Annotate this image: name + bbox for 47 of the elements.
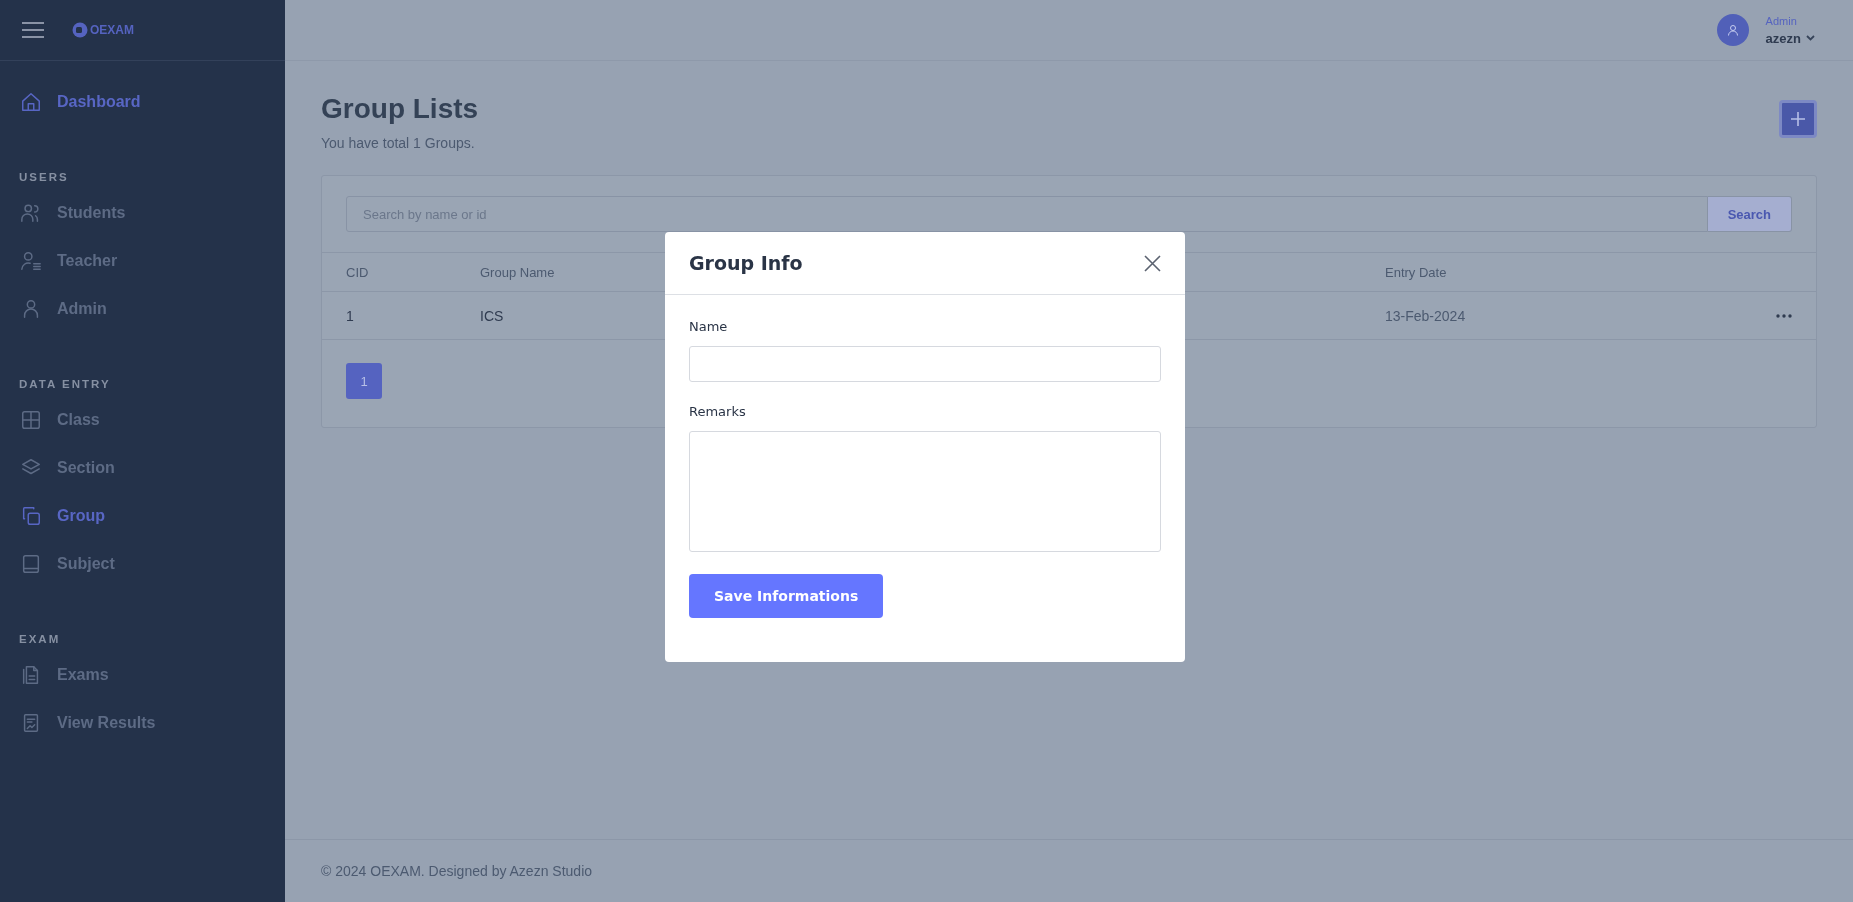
table-cell-text: ICS [480, 307, 505, 324]
user-name[interactable]: azezn [1765, 30, 1801, 46]
section-heading: USERS [18, 171, 70, 183]
sidebar-item[interactable]: Class [0, 396, 285, 444]
table-cell-text: 13-Feb-2024 [1385, 307, 1467, 324]
chevron-down-icon[interactable] [1806, 35, 1815, 41]
book-icon [20, 553, 42, 575]
sidebar-item[interactable]: Section [0, 444, 285, 492]
avatar[interactable] [1716, 14, 1749, 46]
add-button[interactable] [1779, 100, 1817, 138]
field-label: Remarks [689, 404, 747, 419]
footer-text: © 2024 OEXAM. Designed by Azezn Studio [285, 839, 1853, 902]
sidebar-item[interactable]: Admin [0, 285, 285, 333]
field-label: Name [689, 319, 729, 334]
user-list-icon [20, 250, 42, 272]
modal-title: Group Info [689, 252, 803, 274]
copy-icon [20, 505, 42, 527]
section-heading: DATA ENTRY [18, 378, 112, 390]
search-button[interactable]: Search [1707, 196, 1792, 232]
sidebar-item[interactable]: Group [0, 492, 285, 540]
user-role: Admin [1765, 14, 1798, 27]
logo-text: OEXAM [90, 23, 134, 37]
sidebar-item[interactable]: Teacher [0, 237, 285, 285]
more-icon[interactable] [1776, 313, 1792, 318]
grid-icon [20, 409, 42, 431]
menu-icon[interactable] [21, 21, 45, 39]
input-field[interactable] [689, 346, 1161, 382]
column-header: CID [346, 264, 369, 280]
table-cell-text: 1 [346, 307, 355, 324]
page-title: Group Lists [321, 93, 479, 125]
section-heading: EXAM [18, 633, 62, 645]
home-icon [20, 91, 42, 113]
close-icon[interactable] [1144, 254, 1161, 272]
page-button[interactable]: 1 [346, 363, 382, 399]
plus-icon [1790, 111, 1806, 127]
save-button[interactable]: Save Informations [689, 574, 884, 618]
sidebar-item[interactable]: Dashboard [0, 78, 285, 126]
user-icon [1726, 24, 1739, 36]
page-subtitle: You have total 1 Groups. [321, 135, 476, 151]
sidebar-item[interactable]: Subject [0, 540, 285, 588]
logo-icon [72, 22, 88, 38]
sidebar-item[interactable]: View Results [0, 699, 285, 747]
sidebar-item[interactable]: Exams [0, 651, 285, 699]
column-header: Group Name [480, 264, 555, 280]
column-header: Entry Date [1385, 264, 1447, 280]
users-icon [20, 202, 42, 224]
sidebar-item[interactable]: Students [0, 189, 285, 237]
